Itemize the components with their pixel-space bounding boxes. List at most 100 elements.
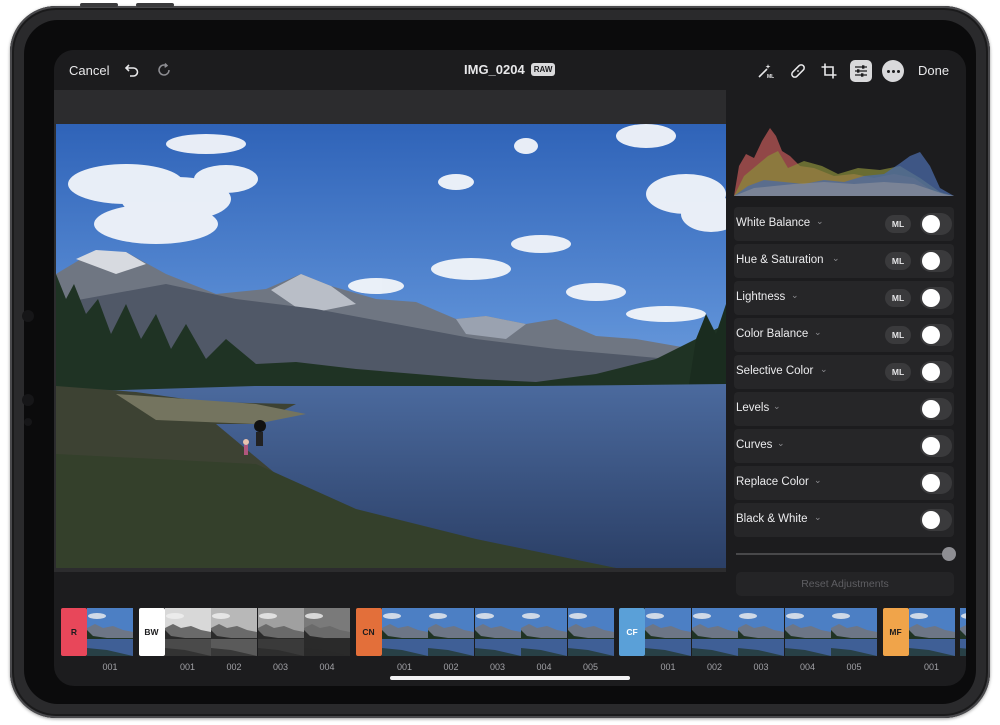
ipad-device: Cancel IMG_0204 RAW ML Done White Balanc… [10, 3, 990, 718]
filter-number: 003 [489, 662, 506, 672]
toggle-switch[interactable] [920, 435, 952, 457]
filter-number: 003 [272, 662, 289, 672]
filter-number: 001 [179, 662, 196, 672]
chevron-down-icon: ⌄ [832, 253, 840, 263]
cancel-button[interactable]: Cancel [69, 63, 109, 78]
chevron-down-icon: ⌄ [791, 290, 799, 300]
adjustment-label: Replace Color [736, 476, 809, 488]
undo-icon[interactable] [124, 62, 140, 83]
filter-thumbnail[interactable] [381, 608, 428, 656]
toggle-switch[interactable] [920, 361, 952, 383]
toggle-switch[interactable] [920, 509, 952, 531]
filter-thumbnail[interactable] [304, 608, 350, 656]
adjustments-panel: White Balance ⌄ ML Hue & Saturation ⌄ ML… [726, 90, 966, 572]
filter-thumbnail[interactable] [691, 608, 738, 656]
filter-thumbnail[interactable] [831, 608, 877, 656]
adjustment-label: Selective Color [736, 365, 814, 377]
filter-number: 004 [799, 662, 816, 672]
filter-thumbnail[interactable] [521, 608, 567, 656]
filter-number: 004 [319, 662, 335, 672]
adjustment-hue-saturation[interactable]: Hue & Saturation ⌄ ML [734, 244, 954, 278]
adjustment-label: Hue & Saturation [736, 254, 824, 266]
filter-thumbnail[interactable] [257, 608, 304, 656]
chevron-down-icon: ⌄ [820, 364, 828, 374]
ml-button[interactable]: ML [885, 215, 911, 233]
filter-thumbnail[interactable] [428, 608, 474, 656]
filter-thumbnail[interactable] [211, 608, 257, 656]
chevron-down-icon: ⌄ [777, 438, 785, 448]
adjustment-black-white[interactable]: Black & White ⌄ [734, 503, 954, 537]
filter-thumbnail[interactable] [784, 608, 831, 656]
chevron-down-icon: ⌄ [814, 327, 822, 337]
histogram [734, 96, 954, 202]
top-button [136, 3, 174, 7]
chevron-down-icon: ⌄ [773, 401, 781, 411]
filter-group-tag[interactable]: MF [882, 608, 909, 656]
done-button[interactable]: Done [918, 63, 949, 78]
sensor-icon [22, 394, 34, 406]
filter-group-tag[interactable]: CN [355, 608, 382, 656]
adjustment-color-balance[interactable]: Color Balance ⌄ ML [734, 318, 954, 352]
filter-number: 003 [753, 662, 769, 672]
top-bar: Cancel IMG_0204 RAW ML Done [54, 50, 966, 90]
sensor-icon [24, 418, 32, 426]
adjustment-replace-color[interactable]: Replace Color ⌄ [734, 466, 954, 500]
home-indicator[interactable] [390, 676, 630, 680]
top-button [80, 3, 118, 7]
adjustment-label: Lightness [736, 291, 786, 303]
toggle-switch[interactable] [920, 472, 952, 494]
photo-preview[interactable] [56, 124, 726, 568]
filter-number: 001 [396, 662, 413, 672]
reset-adjustments-button[interactable]: Reset Adjustments [736, 572, 954, 596]
filter-number: 002 [226, 662, 242, 672]
magic-wand-ml-icon[interactable]: ML [754, 60, 776, 82]
filter-number: 005 [582, 662, 599, 672]
intensity-slider-track[interactable] [736, 553, 948, 555]
ml-button[interactable]: ML [885, 363, 911, 381]
filter-thumbnail[interactable] [164, 608, 211, 656]
intensity-slider-knob[interactable] [942, 547, 956, 561]
filter-number: 001 [660, 662, 676, 672]
ml-button[interactable]: ML [885, 252, 911, 270]
filter-thumbnail[interactable] [645, 608, 691, 656]
adjustment-lightness[interactable]: Lightness ⌄ ML [734, 281, 954, 315]
redo-icon[interactable] [156, 62, 172, 83]
adjustment-selective-color[interactable]: Selective Color ⌄ ML [734, 355, 954, 389]
filter-number: 002 [443, 662, 459, 672]
camera-icon [22, 310, 34, 322]
filter-thumbnail[interactable] [567, 608, 614, 656]
crop-icon[interactable] [818, 60, 840, 82]
document-title: IMG_0204 RAW [464, 62, 556, 77]
filter-group-tag[interactable]: CF [619, 608, 645, 656]
filter-number: 001 [102, 662, 118, 672]
adjustment-white-balance[interactable]: White Balance ⌄ ML [734, 207, 954, 241]
screen: Cancel IMG_0204 RAW ML Done White Balanc… [54, 50, 966, 686]
filter-thumbnail[interactable] [960, 608, 966, 656]
filter-strip: R 001 BW 001 002 003 004 CN 001 002 003 004 005 CF 001… [54, 606, 966, 672]
toggle-switch[interactable] [920, 287, 952, 309]
filter-thumbnail[interactable] [738, 608, 784, 656]
toggle-switch[interactable] [920, 250, 952, 272]
chevron-down-icon: ⌄ [814, 512, 822, 522]
filter-group-tag[interactable]: R [61, 608, 87, 656]
filter-thumbnail[interactable] [87, 608, 133, 656]
filter-thumbnail[interactable] [908, 608, 955, 656]
toggle-switch[interactable] [920, 398, 952, 420]
ml-button[interactable]: ML [885, 289, 911, 307]
more-icon[interactable] [882, 60, 904, 82]
adjustment-levels[interactable]: Levels ⌄ [734, 392, 954, 426]
adjustment-curves[interactable]: Curves ⌄ [734, 429, 954, 463]
toggle-switch[interactable] [920, 324, 952, 346]
chevron-down-icon: ⌄ [814, 475, 822, 485]
toggle-switch[interactable] [920, 213, 952, 235]
bandage-icon[interactable] [787, 60, 809, 82]
filter-thumbnail[interactable] [474, 608, 521, 656]
chevron-down-icon: ⌄ [816, 216, 824, 226]
filter-group-tag[interactable]: BW [138, 608, 165, 656]
ml-button[interactable]: ML [885, 326, 911, 344]
adjust-sliders-icon[interactable] [850, 60, 872, 82]
adjustment-label: Black & White [736, 513, 808, 525]
raw-badge: RAW [530, 63, 556, 76]
filter-number: 001 [923, 662, 940, 672]
image-canvas[interactable] [54, 90, 726, 572]
